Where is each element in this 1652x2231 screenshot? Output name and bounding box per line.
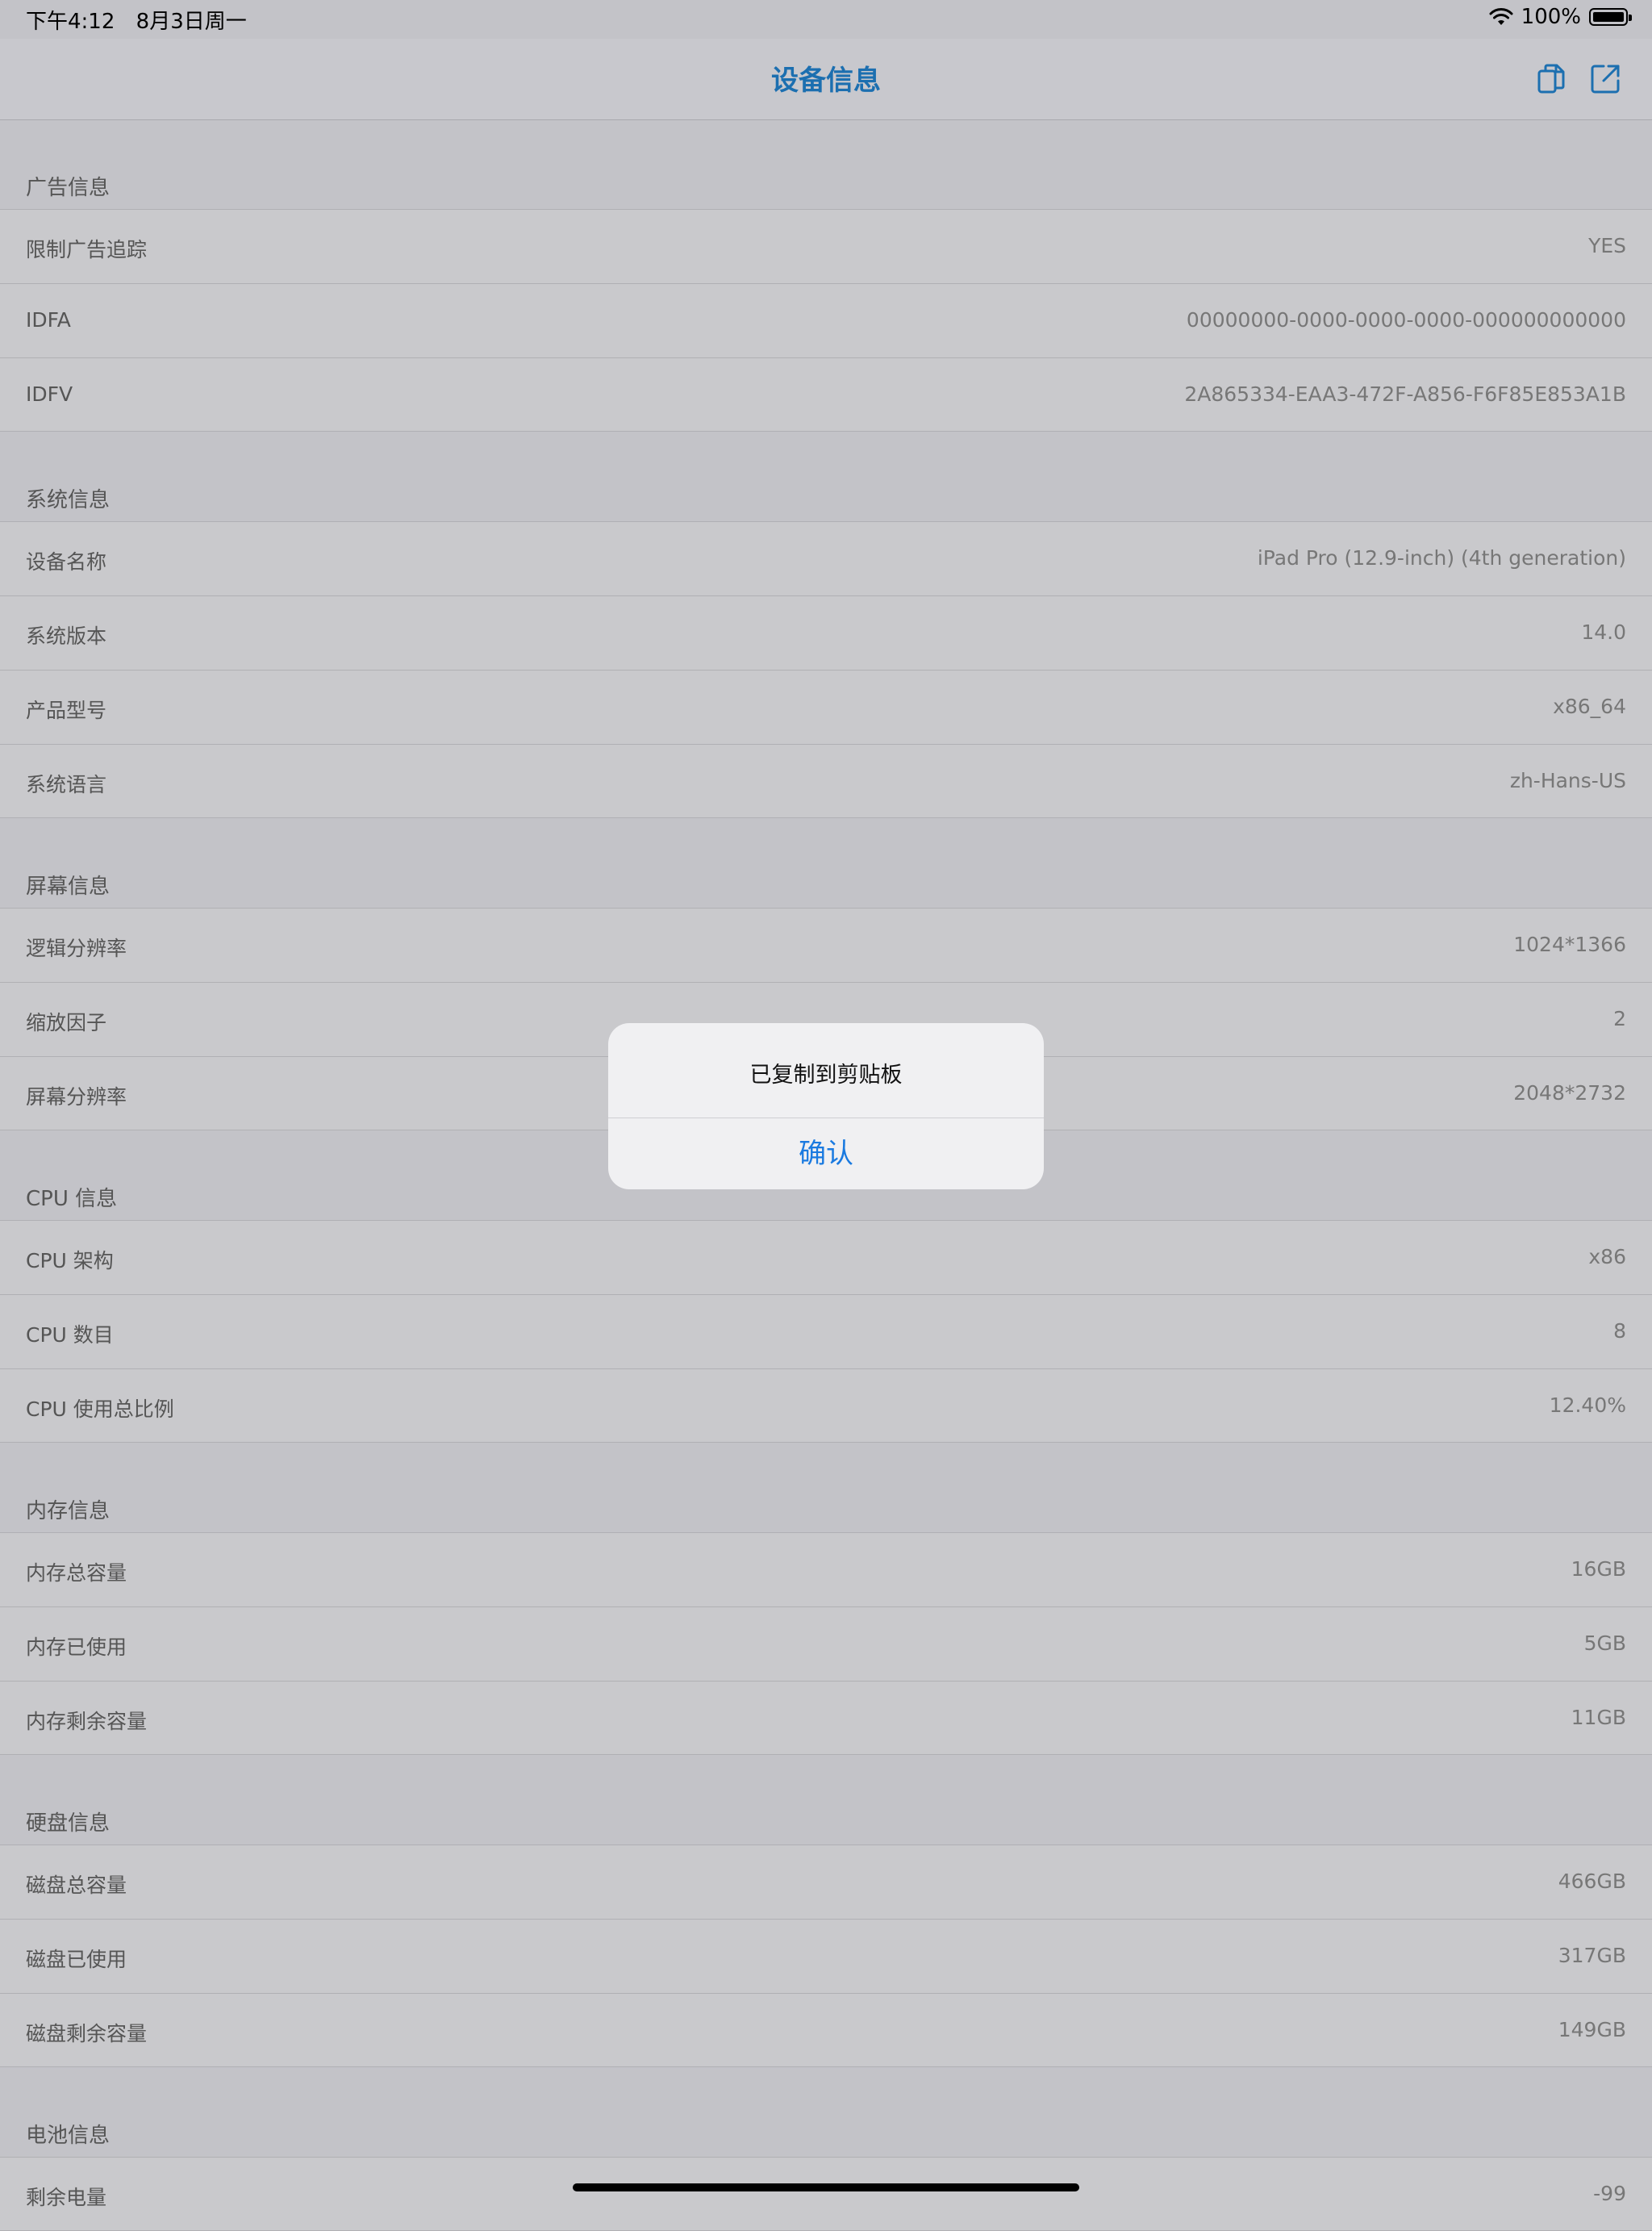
section-disk-info: 硬盘信息 磁盘总容量 466GB 磁盘已使用 317GB 磁盘剩余容量 149GB bbox=[0, 1755, 1652, 2067]
list-item[interactable]: 产品型号 x86_64 bbox=[0, 670, 1652, 744]
row-label: 内存总容量 bbox=[26, 1561, 127, 1585]
row-label: 剩余电量 bbox=[26, 2186, 107, 2209]
row-value: x86_64 bbox=[1553, 695, 1626, 718]
list-item[interactable]: 设备名称 iPad Pro (12.9-inch) (4th generation… bbox=[0, 521, 1652, 595]
list-item[interactable]: 系统语言 zh-Hans-US bbox=[0, 744, 1652, 818]
row-label: IDFA bbox=[26, 308, 71, 332]
list-item[interactable]: IDFV 2A865334-EAA3-472F-A856-F6F85E853A1B bbox=[0, 357, 1652, 432]
confirm-button[interactable]: 确认 bbox=[608, 1118, 1044, 1189]
page-title: 设备信息 bbox=[771, 65, 881, 97]
row-label: 内存已使用 bbox=[26, 1636, 127, 1659]
share-icon[interactable] bbox=[1587, 61, 1623, 97]
row-value: 11GB bbox=[1571, 1706, 1626, 1729]
list-item[interactable]: 磁盘剩余容量 149GB bbox=[0, 1993, 1652, 2067]
section-header: 硬盘信息 bbox=[26, 1811, 111, 1836]
row-label: 磁盘已使用 bbox=[26, 1948, 127, 1971]
row-label: CPU 架构 bbox=[26, 1249, 114, 1272]
row-label: 磁盘剩余容量 bbox=[26, 2022, 148, 2045]
row-label: CPU 数目 bbox=[26, 1323, 114, 1347]
list-item[interactable]: 内存已使用 5GB bbox=[0, 1606, 1652, 1681]
row-value: 5GB bbox=[1583, 1631, 1626, 1655]
row-value: 1024*1366 bbox=[1513, 933, 1626, 956]
row-label: CPU 使用总比例 bbox=[26, 1398, 174, 1421]
row-value: x86 bbox=[1588, 1245, 1626, 1268]
row-label: 内存剩余容量 bbox=[26, 1710, 148, 1733]
row-value: 317GB bbox=[1558, 1944, 1626, 1967]
alert-message: 已复制到剪贴板 bbox=[608, 1023, 1044, 1118]
row-label: 逻辑分辨率 bbox=[26, 937, 127, 960]
status-bar: 下午4:12 8月3日周一 100% bbox=[0, 0, 1652, 39]
row-value: -99 bbox=[1593, 2182, 1626, 2205]
row-value: 2048*2732 bbox=[1513, 1081, 1626, 1105]
row-label: 系统版本 bbox=[26, 625, 107, 648]
list-item[interactable]: IDFA 00000000-0000-0000-0000-000000000000 bbox=[0, 283, 1652, 357]
section-header: 内存信息 bbox=[26, 1499, 111, 1523]
row-value: 16GB bbox=[1571, 1557, 1626, 1581]
row-value: 466GB bbox=[1558, 1870, 1626, 1893]
section-system-info: 系统信息 设备名称 iPad Pro (12.9-inch) (4th gener… bbox=[0, 432, 1652, 818]
section-header: 电池信息 bbox=[26, 2124, 111, 2148]
nav-actions bbox=[1534, 61, 1623, 97]
section-ad-info: 广告信息 限制广告追踪 YES IDFA 00000000-0000-0000-00… bbox=[0, 119, 1652, 432]
list-item[interactable]: 磁盘已使用 317GB bbox=[0, 1919, 1652, 1993]
section-header: 系统信息 bbox=[26, 488, 111, 512]
row-value: iPad Pro (12.9-inch) (4th generation) bbox=[1257, 546, 1626, 570]
list-item[interactable]: 内存剩余容量 11GB bbox=[0, 1681, 1652, 1755]
row-label: 屏幕分辨率 bbox=[26, 1085, 127, 1109]
status-time-date: 下午4:12 8月3日周一 bbox=[26, 5, 261, 35]
row-label: 缩放因子 bbox=[26, 1011, 107, 1034]
copy-icon[interactable] bbox=[1534, 61, 1570, 97]
navigation-bar: 设备信息 bbox=[0, 39, 1652, 120]
battery-icon bbox=[1589, 8, 1632, 26]
row-value: 00000000-0000-0000-0000-000000000000 bbox=[1186, 308, 1626, 332]
status-date: 8月3日周一 bbox=[136, 10, 247, 34]
row-value: zh-Hans-US bbox=[1509, 769, 1626, 792]
row-value: 8 bbox=[1613, 1319, 1626, 1343]
row-value: YES bbox=[1588, 234, 1626, 257]
alert-dialog: 已复制到剪贴板 确认 bbox=[608, 1023, 1044, 1189]
row-value: 14.0 bbox=[1581, 620, 1626, 644]
list-item[interactable]: 剩余电量 -99 bbox=[0, 2157, 1652, 2231]
list-item[interactable]: CPU 数目 8 bbox=[0, 1294, 1652, 1368]
home-indicator[interactable] bbox=[573, 2183, 1079, 2191]
row-label: 产品型号 bbox=[26, 699, 107, 722]
row-label: 系统语言 bbox=[26, 773, 107, 796]
row-value: 12.40% bbox=[1549, 1393, 1626, 1417]
section-battery-info: 电池信息 剩余电量 -99 bbox=[0, 2067, 1652, 2231]
list-item[interactable]: 磁盘总容量 466GB bbox=[0, 1845, 1652, 1919]
row-value: 149GB bbox=[1558, 2018, 1626, 2041]
status-indicators: 100% bbox=[1489, 5, 1632, 29]
list-item[interactable]: 逻辑分辨率 1024*1366 bbox=[0, 908, 1652, 982]
list-item[interactable]: CPU 使用总比例 12.40% bbox=[0, 1368, 1652, 1443]
row-label: 设备名称 bbox=[26, 550, 107, 574]
row-label: 磁盘总容量 bbox=[26, 1874, 127, 1897]
battery-percent: 100% bbox=[1521, 5, 1581, 29]
section-header: 广告信息 bbox=[26, 176, 111, 200]
section-header: 屏幕信息 bbox=[26, 875, 111, 899]
row-value: 2 bbox=[1613, 1007, 1626, 1030]
row-value: 2A865334-EAA3-472F-A856-F6F85E853A1B bbox=[1184, 382, 1626, 406]
list-item[interactable]: 系统版本 14.0 bbox=[0, 595, 1652, 670]
status-time: 下午4:12 bbox=[26, 10, 115, 34]
list-item[interactable]: 限制广告追踪 YES bbox=[0, 209, 1652, 283]
section-memory-info: 内存信息 内存总容量 16GB 内存已使用 5GB 内存剩余容量 11GB bbox=[0, 1443, 1652, 1755]
list-item[interactable]: CPU 架构 x86 bbox=[0, 1220, 1652, 1294]
list-item[interactable]: 内存总容量 16GB bbox=[0, 1532, 1652, 1606]
row-label: 限制广告追踪 bbox=[26, 238, 148, 261]
wifi-icon bbox=[1489, 8, 1513, 25]
row-label: IDFV bbox=[26, 382, 73, 406]
